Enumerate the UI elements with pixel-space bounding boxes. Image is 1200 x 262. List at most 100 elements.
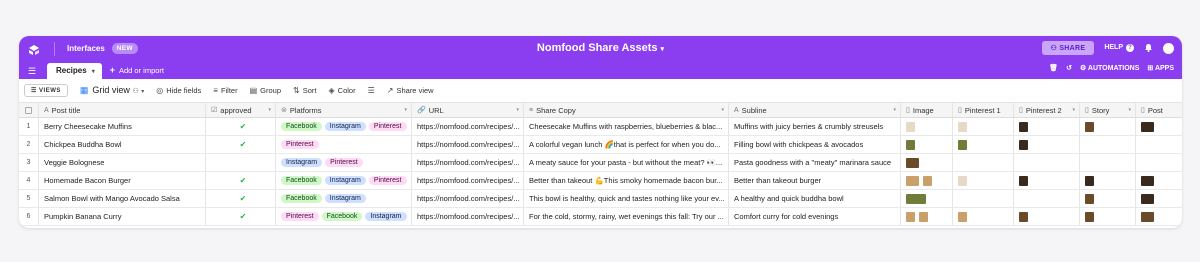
chevron-down-icon[interactable]: ▾ [1128,107,1131,113]
cell-post-title[interactable]: Homemade Bacon Burger [39,172,206,189]
column-header-url[interactable]: 🔗 URL ▾ [412,103,524,117]
column-header-platforms[interactable]: ⊜ Platforms ▾ [276,103,412,117]
image-thumbnail[interactable] [906,139,915,150]
interfaces-link[interactable]: Interfaces [67,44,105,53]
cell-story[interactable] [1080,118,1136,135]
cell-story[interactable] [1080,136,1136,153]
column-header-post-title[interactable]: A Post title [39,103,206,117]
cell-platforms[interactable]: Pinterest [276,136,412,153]
cell-pinterest-2[interactable] [1014,136,1080,153]
image-thumbnail[interactable] [1019,139,1028,150]
image-thumbnail[interactable] [1019,121,1028,132]
cell-pinterest-1[interactable] [953,154,1014,171]
cell-platforms[interactable]: Instagram Pinterest [276,154,412,171]
image-thumbnail[interactable] [906,211,915,222]
cell-story[interactable] [1080,190,1136,207]
table-row[interactable]: 1 Berry Cheesecake Muffins ✔ Facebook Ins… [19,118,1182,136]
cell-share-copy[interactable]: For the cold, stormy, rainy, wet evening… [524,208,729,225]
image-thumbnail[interactable] [1141,211,1154,222]
cell-pinterest-1[interactable] [953,118,1014,135]
airtable-logo-icon[interactable] [27,42,41,56]
base-title[interactable]: Nomfood Share Assets ▾ [19,42,1182,54]
row-height-button[interactable]: ☰ [368,86,375,95]
cell-approved[interactable]: ✔ [206,172,276,189]
cell-post[interactable] [1136,172,1180,189]
cell-url[interactable]: https://nomfood.com/recipes/... [412,172,524,189]
automations-button[interactable]: ⚙ AUTOMATIONS [1080,64,1139,72]
menu-icon[interactable]: ☰ [28,67,39,76]
chevron-down-icon[interactable]: ▾ [1072,107,1075,113]
cell-post[interactable] [1136,190,1180,207]
table-row[interactable]: 4 Homemade Bacon Burger ✔ Facebook Instag… [19,172,1182,190]
chevron-down-icon[interactable]: ▾ [721,107,724,113]
column-header-subline[interactable]: A Subline ▾ [729,103,901,117]
image-thumbnail[interactable] [958,121,967,132]
cell-pinterest-2[interactable] [1014,190,1080,207]
image-thumbnail[interactable] [1141,175,1154,186]
image-thumbnail[interactable] [958,211,967,222]
image-thumbnail[interactable] [906,175,919,186]
image-thumbnail[interactable] [923,175,932,186]
table-row[interactable]: 2 Chickpea Buddha Bowl ✔ Pinterest https… [19,136,1182,154]
group-button[interactable]: ▤ Group [250,86,281,95]
cell-platforms[interactable]: Facebook Instagram Pinterest [276,172,412,189]
image-thumbnail[interactable] [1141,121,1154,132]
table-row[interactable]: 3 Veggie Bolognese Instagram Pinterest ht… [19,154,1182,172]
cell-story[interactable] [1080,172,1136,189]
cell-approved[interactable]: ✔ [206,118,276,135]
cell-image[interactable] [901,190,953,207]
cell-pinterest-1[interactable] [953,172,1014,189]
cell-approved[interactable] [206,154,276,171]
chevron-down-icon[interactable]: ▾ [893,107,896,113]
cell-image[interactable] [901,154,953,171]
cell-post[interactable] [1136,154,1180,171]
notifications-bell-icon[interactable] [1144,43,1153,54]
image-thumbnail[interactable] [906,157,919,168]
cell-post-title[interactable]: Salmon Bowl with Mango Avocado Salsa [39,190,206,207]
cell-subline[interactable]: A healthy and quick buddha bowl [729,190,901,207]
cell-share-copy[interactable]: Cheesecake Muffins with raspberries, blu… [524,118,729,135]
image-thumbnail[interactable] [1085,193,1094,204]
grid-view-button[interactable]: ▦ Grid view ⚇ ▾ [80,85,144,96]
cell-subline[interactable]: Muffins with juicy berries & crumbly str… [729,118,901,135]
chevron-down-icon[interactable]: ▾ [516,107,519,113]
share-view-button[interactable]: ↗ Share view [387,86,434,95]
add-or-import-button[interactable]: + Add or import [110,65,164,75]
column-header-approved[interactable]: ☑ approved ▾ [206,103,276,117]
image-thumbnail[interactable] [1019,211,1028,222]
table-row[interactable]: 5 Salmon Bowl with Mango Avocado Salsa ✔… [19,190,1182,208]
cell-post[interactable] [1136,136,1180,153]
column-header-pinterest-1[interactable]: ▯ Pinterest 1 [953,103,1014,117]
cell-approved[interactable]: ✔ [206,190,276,207]
image-thumbnail[interactable] [906,121,915,132]
hide-fields-button[interactable]: ◎ Hide fields [156,86,201,95]
image-thumbnail[interactable] [906,193,926,204]
cell-subline[interactable]: Comfort curry for cold evenings [729,208,901,225]
cell-subline[interactable]: Filling bowl with chickpeas & avocados [729,136,901,153]
share-button[interactable]: ⚇ SHARE [1042,41,1095,55]
cell-pinterest-2[interactable] [1014,172,1080,189]
cell-image[interactable] [901,172,953,189]
cell-image[interactable] [901,208,953,225]
cell-post-title[interactable]: Pumpkin Banana Curry [39,208,206,225]
cell-pinterest-1[interactable] [953,136,1014,153]
column-header-post[interactable]: ▯ Post [1136,103,1180,117]
cell-url[interactable]: https://nomfood.com/recipes/... [412,136,524,153]
column-header-story[interactable]: ▯ Story ▾ [1080,103,1136,117]
cell-image[interactable] [901,136,953,153]
cell-share-copy[interactable]: Better than takeout 💪This smoky homemade… [524,172,729,189]
image-thumbnail[interactable] [1141,193,1154,204]
base-title-text[interactable]: Nomfood Share Assets [537,42,658,54]
select-all-checkbox[interactable] [19,103,39,117]
column-header-image[interactable]: ▯ Image [901,103,953,117]
views-button[interactable]: ☰ VIEWS [24,84,68,97]
image-thumbnail[interactable] [958,175,967,186]
chevron-down-icon[interactable]: ▾ [404,107,407,113]
cell-post-title[interactable]: Chickpea Buddha Bowl [39,136,206,153]
cell-url[interactable]: https://nomfood.com/recipes/... [412,190,524,207]
column-header-share-copy[interactable]: ≡ Share Copy ▾ [524,103,729,117]
cell-post-title[interactable]: Veggie Bolognese [39,154,206,171]
cell-post[interactable] [1136,208,1180,225]
help-button[interactable]: HELP? [1104,44,1134,52]
cell-pinterest-1[interactable] [953,208,1014,225]
